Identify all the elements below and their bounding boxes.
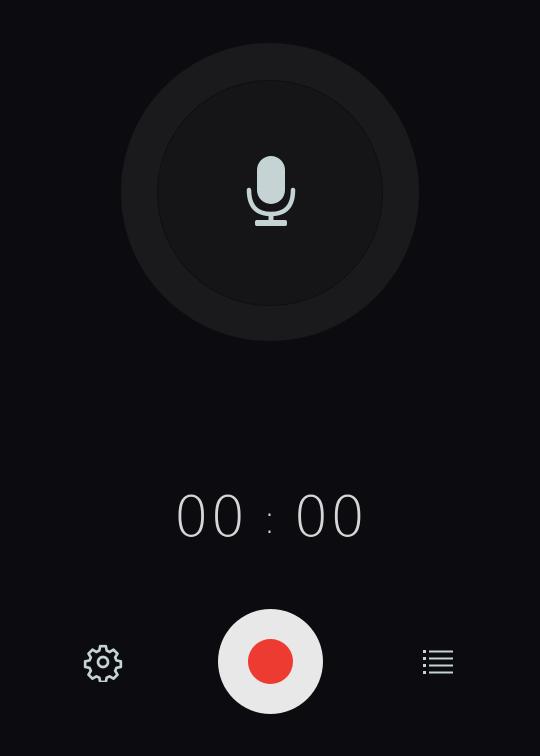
recordings-list-button[interactable] (419, 642, 459, 682)
gear-icon (83, 644, 123, 682)
microphone-icon (239, 152, 303, 232)
list-icon (423, 650, 453, 674)
settings-button[interactable] (83, 642, 123, 682)
record-icon (248, 639, 293, 684)
timer-minutes: 00 (173, 485, 247, 550)
timer-separator: : (262, 497, 278, 543)
recording-timer: 00 : 00 (0, 482, 540, 554)
timer-seconds: 00 (293, 485, 367, 550)
record-button[interactable] (218, 609, 323, 714)
